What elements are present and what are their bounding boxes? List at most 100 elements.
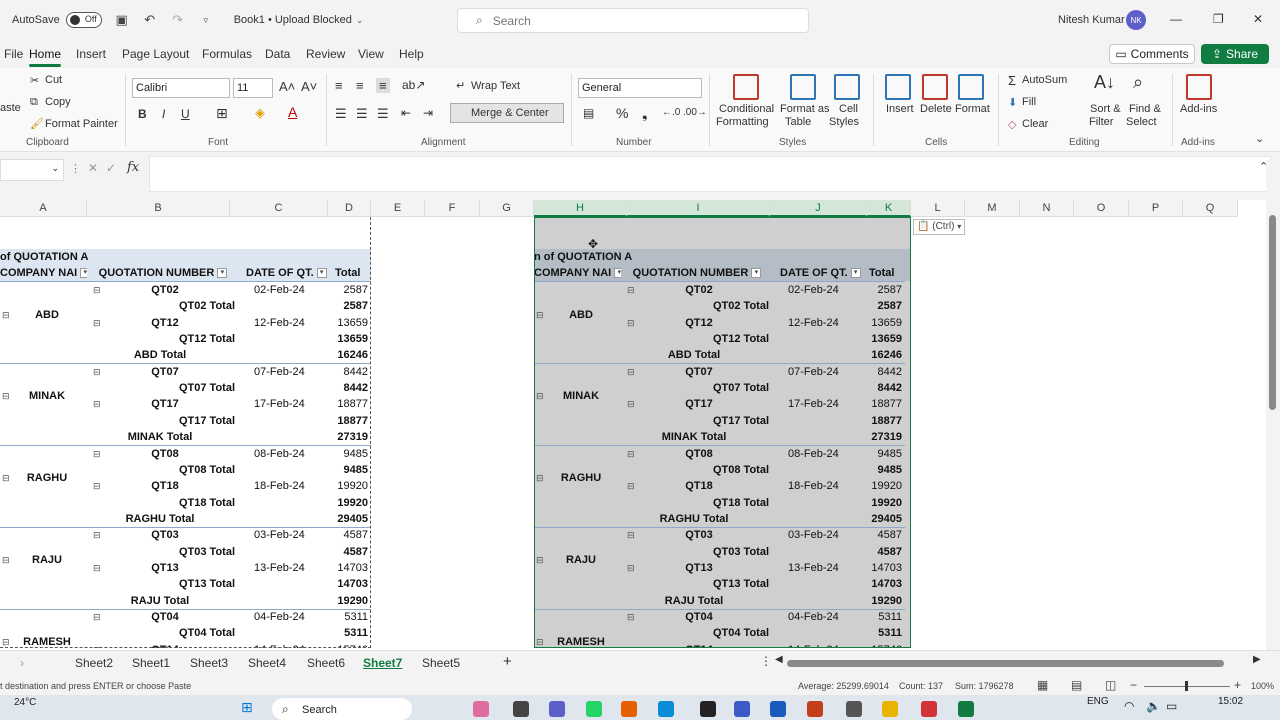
find-select-label2[interactable]: Select: [1126, 116, 1157, 128]
format-as-table-label2[interactable]: Table: [785, 116, 811, 128]
conditional-formatting-label2[interactable]: Formatting: [716, 116, 769, 128]
sort-filter-icon[interactable]: A↓: [1094, 72, 1115, 93]
copy-icon[interactable]: ⧉: [30, 96, 38, 109]
cut-button[interactable]: Cut: [45, 74, 62, 86]
horizontal-scrollbar-thumb[interactable]: [787, 660, 1224, 667]
chevron-down-icon[interactable]: ⌄: [51, 163, 59, 174]
edge-icon[interactable]: [658, 701, 674, 717]
left-pivot-company-header[interactable]: COMPANY NAI ▾: [0, 265, 87, 281]
clock-time[interactable]: 15:02: [1218, 696, 1243, 707]
collapse-icon[interactable]: ⊟: [2, 391, 10, 401]
page-break-view-icon[interactable]: ◫: [1105, 678, 1116, 692]
grow-font-icon[interactable]: A˄: [279, 79, 295, 94]
teams-icon[interactable]: [549, 701, 565, 717]
restore-icon[interactable]: ❐: [1213, 12, 1224, 26]
autosum-button[interactable]: AutoSum: [1022, 74, 1067, 86]
cell-styles-label2[interactable]: Styles: [829, 116, 859, 128]
format-painter-icon[interactable]: 🖌: [30, 117, 44, 130]
find-select-label[interactable]: Find &: [1129, 103, 1161, 115]
scrollbar-thumb[interactable]: [1269, 215, 1276, 410]
align-bottom-icon[interactable]: ≡: [376, 78, 390, 93]
calculator-icon[interactable]: [846, 701, 862, 717]
align-middle-icon[interactable]: ≡: [356, 78, 364, 93]
format-cells-label[interactable]: Format: [955, 103, 990, 115]
collapse-icon[interactable]: ⊟: [2, 555, 10, 565]
name-box[interactable]: ⌄: [0, 159, 64, 181]
percent-button[interactable]: %: [616, 105, 628, 121]
format-as-table-label[interactable]: Format as: [780, 103, 830, 115]
sheet-tab-sheet6[interactable]: Sheet6: [307, 656, 345, 670]
collapse-ribbon-icon[interactable]: ⌄: [1255, 132, 1264, 145]
tab-data[interactable]: Data: [265, 47, 290, 61]
column-header-k[interactable]: K: [867, 200, 911, 217]
scroll-right-icon[interactable]: ▶: [1253, 654, 1261, 665]
sort-filter-label2[interactable]: Filter: [1089, 116, 1113, 128]
column-header-o[interactable]: O: [1074, 200, 1129, 217]
clear-icon[interactable]: ◇: [1008, 118, 1016, 131]
column-header-q[interactable]: Q: [1183, 200, 1238, 217]
column-header-b[interactable]: B: [87, 200, 230, 217]
filter-dropdown-icon[interactable]: ▾: [850, 268, 861, 279]
column-header-l[interactable]: L: [911, 200, 965, 217]
sheet-tab-sheet1[interactable]: Sheet1: [132, 656, 170, 670]
right-pivot-company-header[interactable]: COMPANY NAI ▾: [534, 265, 621, 281]
insert-cells-icon[interactable]: [885, 74, 911, 100]
collapse-icon[interactable]: ⊟: [536, 637, 544, 647]
worksheet-grid[interactable]: ABCDEFGHIJKLMNOPQ of QUOTATION A COMPANY …: [0, 200, 1266, 648]
orientation-icon[interactable]: ab↗: [402, 78, 425, 92]
sheet-tab-sheet4[interactable]: Sheet4: [248, 656, 286, 670]
align-top-icon[interactable]: ≡: [335, 78, 343, 93]
page-layout-view-icon[interactable]: ▤: [1071, 678, 1082, 692]
filter-dropdown-icon[interactable]: ▾: [751, 268, 762, 279]
increase-decimal-icon[interactable]: ←.0: [662, 107, 680, 118]
format-painter-button[interactable]: Format Painter: [45, 118, 118, 130]
normal-view-icon[interactable]: ▦: [1037, 678, 1048, 692]
save-icon[interactable]: ▣: [114, 12, 130, 28]
fill-icon[interactable]: ⬇: [1008, 96, 1017, 109]
align-center-icon[interactable]: ☰: [356, 106, 368, 122]
volume-icon[interactable]: 🔈: [1146, 699, 1161, 713]
word-icon[interactable]: [770, 701, 786, 717]
column-header-h[interactable]: H: [534, 200, 627, 217]
align-right-icon[interactable]: ☰: [377, 106, 389, 122]
increase-indent-icon[interactable]: ⇥: [423, 106, 433, 120]
wrap-text-icon[interactable]: ↵: [456, 79, 465, 92]
more-icon[interactable]: ⋮: [760, 654, 772, 668]
comments-button[interactable]: ▭ Comments: [1109, 44, 1195, 64]
scroll-sheets-left-icon[interactable]: ›: [20, 656, 24, 670]
status-count[interactable]: Count: 137: [899, 681, 943, 691]
chevron-down-icon[interactable]: ⌄: [356, 15, 364, 26]
column-header-j[interactable]: J: [770, 200, 867, 217]
column-header-m[interactable]: M: [965, 200, 1020, 217]
weather-temp[interactable]: 24°C: [14, 697, 36, 708]
collapse-icon[interactable]: ⊟: [536, 310, 544, 320]
left-pivot-quotation-header[interactable]: QUOTATION NUMBER ▾: [93, 265, 233, 281]
autosum-icon[interactable]: Σ: [1008, 73, 1016, 88]
share-button[interactable]: ⇪ Share: [1201, 44, 1269, 64]
fill-color-icon[interactable]: ◈: [255, 105, 265, 121]
merge-center-button[interactable]: Merge & Center: [450, 103, 564, 123]
autosave-toggle[interactable]: Off: [65, 12, 102, 28]
start-icon[interactable]: ⊞: [241, 699, 253, 716]
column-header-e[interactable]: E: [371, 200, 425, 217]
font-name-select[interactable]: Calibri: [132, 78, 230, 98]
align-left-icon[interactable]: ☰: [335, 106, 347, 122]
chrome-profile-icon[interactable]: [807, 701, 823, 717]
excel-icon[interactable]: [958, 701, 974, 717]
shrink-font-icon[interactable]: A˅: [301, 79, 317, 94]
bold-button[interactable]: B: [138, 107, 147, 121]
document-title[interactable]: Book1 • Upload Blocked: [234, 14, 352, 26]
collapse-icon[interactable]: ⊟: [2, 473, 10, 483]
comma-button[interactable]: ❟: [642, 105, 648, 122]
sheet-tab-sheet2[interactable]: Sheet2: [75, 656, 113, 670]
collapse-icon[interactable]: ⊟: [536, 555, 544, 565]
column-header-d[interactable]: D: [328, 200, 371, 217]
scroll-left-icon[interactable]: ◀: [775, 654, 783, 665]
font-size-select[interactable]: 11: [233, 78, 273, 98]
collapse-icon[interactable]: ⊟: [2, 310, 10, 320]
battery-icon[interactable]: ▭: [1166, 699, 1177, 713]
borders-icon[interactable]: ⊞: [216, 105, 228, 122]
column-header-a[interactable]: A: [0, 200, 87, 217]
copy-button[interactable]: Copy: [45, 96, 71, 108]
status-sum[interactable]: Sum: 1796278: [955, 681, 1014, 691]
